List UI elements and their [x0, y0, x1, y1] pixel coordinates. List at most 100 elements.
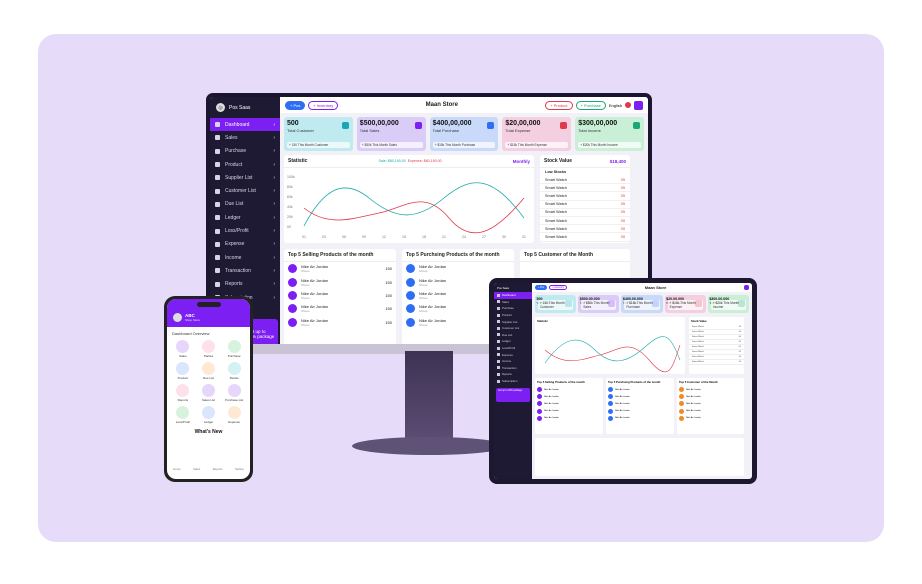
feature-label: Ledger: [203, 420, 214, 424]
sidebar-item-due-list[interactable]: Due List ›: [210, 198, 280, 211]
phone-feature-expense[interactable]: Expense: [222, 406, 246, 424]
mobile-phone: ABC Shop Store Dashboard Overview Sales Pa…: [164, 296, 253, 482]
tablet-sidebar-item[interactable]: Customer List: [494, 325, 532, 332]
phone-feature-reports[interactable]: Reports: [171, 384, 195, 402]
phone-feature-sales-list[interactable]: Sales List: [197, 384, 221, 402]
sidebar-item-row: Ledger: [215, 215, 241, 221]
tablet-sidebar-item[interactable]: Transaction: [494, 365, 532, 372]
tablet-product-row: Nike Air Jordan: [535, 393, 603, 400]
y-tick-label: 20k: [287, 215, 293, 219]
chevron-right-icon: ›: [273, 121, 275, 128]
nav-setting[interactable]: Setting: [235, 467, 244, 471]
tablet-sidebar-item[interactable]: Reports: [494, 371, 532, 378]
sidebar-item-reports[interactable]: Reports ›: [210, 278, 280, 291]
card-foot: + $15k This Month Expense: [505, 142, 569, 148]
statistic-title: Statistic: [288, 158, 308, 164]
inventory-button[interactable]: + Inventory: [308, 100, 339, 110]
sidebar-item-transaction[interactable]: Transaction ›: [210, 264, 280, 277]
phone-feature-loss-profit[interactable]: Loss/Profit: [171, 406, 195, 424]
product-name: Smart Watch: [692, 336, 704, 338]
product-qty: 05: [620, 234, 625, 239]
tablet-product-row: Nike Air Jordan: [677, 400, 744, 407]
tablet-sidebar-item[interactable]: Sales: [494, 299, 532, 306]
sidebar-item-label: Customer List: [225, 188, 256, 195]
phone-feature-stocks[interactable]: Stocks: [222, 362, 246, 380]
phone-feature-sales[interactable]: Sales: [171, 340, 195, 358]
tablet-gear-icon[interactable]: [744, 285, 749, 290]
phone-feature-ledger[interactable]: Ledger: [197, 406, 221, 424]
card-foot: + $50k This Month Sales: [581, 300, 617, 310]
card-foot: + $20k This Month Income: [578, 142, 641, 148]
tablet-sidebar-item[interactable]: Ledger: [494, 338, 532, 345]
sidebar-item-ledger[interactable]: Ledger ›: [210, 211, 280, 224]
store-title: Maan Store: [425, 102, 458, 108]
sidebar-item-dashboard[interactable]: Dashboard ›: [210, 118, 280, 132]
product-name: Nike Air Jordan: [615, 402, 630, 405]
sidebar-item-income[interactable]: Income ›: [210, 251, 280, 264]
pos-button[interactable]: + Pos: [285, 100, 306, 110]
tablet-sidebar-item[interactable]: Product: [494, 312, 532, 319]
tablet-promo[interactable]: Get up to 20% package: [496, 388, 530, 403]
x-tick-label: 06: [342, 235, 346, 239]
tablet-pos-button[interactable]: + Pos: [535, 285, 548, 290]
gear-icon[interactable]: [634, 100, 643, 110]
sidebar-item-label: Supplier List: [225, 174, 253, 181]
sidebar-item-label: Expense: [502, 352, 513, 357]
nav-sales[interactable]: Sales: [193, 467, 200, 471]
sidebar-item-label: Purchase: [502, 306, 514, 311]
sidebar-item-customer-list[interactable]: Customer List ›: [210, 184, 280, 197]
sidebar-item-label: Subscription: [502, 379, 518, 384]
product-avatar: [288, 304, 297, 314]
sidebar-item-expense[interactable]: Expense ›: [210, 238, 280, 251]
add-purchase-button[interactable]: + Purchase: [575, 100, 606, 110]
sidebar-item-sales[interactable]: Sales ›: [210, 131, 280, 144]
stat-cards: 500 Total Customer + 150 This Month Custom…: [284, 117, 644, 151]
y-tick-label: 100k: [287, 175, 295, 179]
sale-line: [303, 182, 525, 227]
stat-card: $300,00,000 Total Income + $20k This Month…: [575, 117, 644, 151]
sidebar-icon: [497, 359, 500, 363]
product-name: Nike Air Jordan Shoes: [419, 264, 510, 273]
sidebar-item-product[interactable]: Product ›: [210, 158, 280, 171]
feature-label: Product: [177, 376, 188, 380]
product-name: Nike Air Jordan Shoes: [301, 264, 381, 273]
nav-reports[interactable]: Reports: [213, 467, 223, 471]
product-avatar: [406, 290, 415, 300]
tablet-sidebar-item[interactable]: Subscription: [494, 378, 532, 385]
product-name: Smart Watch: [692, 351, 704, 353]
tablet-inventory-button[interactable]: + Inventory: [549, 285, 568, 290]
tablet-sidebar-item[interactable]: Due List: [494, 332, 532, 339]
tablet-sidebar-item[interactable]: Loss/Profit: [494, 345, 532, 352]
phone-feature-product[interactable]: Product: [171, 362, 195, 380]
tablet-sidebar-item[interactable]: Dashboard: [494, 292, 532, 299]
product-qty: 05: [620, 193, 625, 198]
sidebar-item-purchase[interactable]: Purchase ›: [210, 145, 280, 158]
tablet-sidebar-item[interactable]: Income: [494, 358, 532, 365]
sidebar-item-row: Income: [215, 255, 241, 261]
notification-icon[interactable]: [625, 102, 631, 108]
phone-feature-parties[interactable]: Parties: [197, 340, 221, 358]
user-role: Shop Store: [185, 317, 201, 322]
sidebar-item-label: Transaction: [225, 267, 251, 274]
feature-icon: [201, 340, 215, 353]
feature-icon: [176, 362, 190, 375]
chevron-right-icon: ›: [273, 134, 275, 141]
tablet-sidebar-item[interactable]: Purchase: [494, 305, 532, 312]
tablet-sidebar-item[interactable]: Supplier List: [494, 318, 532, 325]
feature-label: Sales: [179, 354, 187, 358]
tablet-stock-title: Stock Value: [691, 319, 707, 323]
language-select[interactable]: English: [609, 103, 622, 108]
phone-feature-purchase-list[interactable]: Purchase List: [222, 384, 246, 402]
sidebar-item-supplier-list[interactable]: Supplier List ›: [210, 171, 280, 184]
tablet-product-row: Nike Air Jordan: [677, 415, 744, 422]
sidebar-item-loss-profit[interactable]: Loss/Profit ›: [210, 224, 280, 237]
add-product-button[interactable]: + Product: [545, 100, 573, 110]
tablet-sidebar-item[interactable]: Expense: [494, 351, 532, 358]
card-value: $400,00,000: [432, 120, 472, 127]
product-name: Nike Air Jordan: [615, 388, 630, 391]
nav-home[interactable]: Home: [173, 467, 180, 471]
low-stock-row: Smart Watch 05: [540, 209, 630, 217]
range-select[interactable]: Monthly: [513, 159, 530, 164]
phone-feature-purchase[interactable]: Purchase: [222, 340, 246, 358]
phone-feature-due-list[interactable]: Due List: [197, 362, 221, 380]
